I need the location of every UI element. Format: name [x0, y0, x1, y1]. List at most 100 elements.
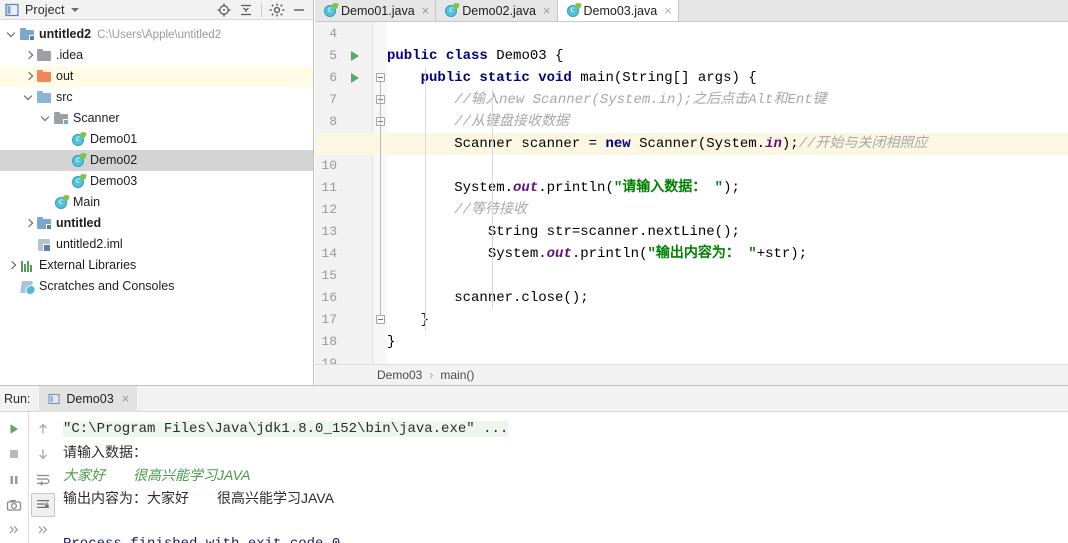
tree-item-label: Scratches and Consoles: [39, 279, 175, 293]
java-class-icon: [53, 193, 70, 211]
line-number: 6: [329, 70, 337, 85]
console-line: 输出内容为：大家好 很高兴能学习JAVA: [63, 487, 1068, 510]
chevron-down-icon[interactable]: [23, 92, 34, 103]
fold-marker[interactable]: [376, 315, 385, 324]
line-number: 5: [329, 48, 337, 63]
code-line[interactable]: //输入new Scanner(System.in);之后点击Alt和Ent键: [387, 89, 826, 111]
code-token: String str=scanner.nextLine();: [487, 224, 740, 240]
rerun-icon[interactable]: [2, 417, 26, 440]
tree-item-untitled2-iml[interactable]: untitled2.iml: [0, 234, 313, 255]
soft-wrap-icon[interactable]: [31, 468, 55, 491]
java-class-icon: [70, 130, 87, 148]
chevron-down-icon[interactable]: [70, 7, 79, 12]
code-line[interactable]: }: [387, 309, 429, 331]
code-line[interactable]: public static void main(String[] args) {: [387, 67, 757, 89]
project-tree[interactable]: untitled2 C:\Users\Apple\untitled2 .idea ou…: [0, 20, 313, 297]
code-token: +str);: [756, 246, 808, 262]
code-token: //开始与关闭相照应: [798, 136, 928, 152]
run-toolbar-left-column: [0, 412, 28, 543]
tree-item-demo02[interactable]: Demo02: [0, 150, 313, 171]
tree-item-untitled2[interactable]: untitled2 C:\Users\Apple\untitled2: [0, 24, 313, 45]
chevron-right-icon[interactable]: [23, 50, 34, 61]
code-editor[interactable]: 45678910111213141516171819 public class …: [315, 22, 1068, 364]
breadcrumb-class[interactable]: Demo03: [377, 368, 422, 382]
code-token: in: [765, 136, 782, 152]
java-class-icon: [323, 1, 339, 18]
line-number: 7: [329, 92, 337, 107]
close-icon[interactable]: ×: [664, 4, 672, 17]
collapse-all-icon[interactable]: [236, 1, 256, 19]
code-line[interactable]: //从键盘接收数据: [387, 111, 569, 133]
fold-region-line: [380, 82, 381, 316]
more-icon[interactable]: [2, 519, 26, 542]
tree-item-untitled[interactable]: untitled: [0, 213, 313, 234]
editor-tab-demo02[interactable]: Demo02.java ×: [436, 0, 558, 21]
code-token: //从键盘接收数据: [454, 114, 570, 130]
editor-tab-demo03[interactable]: Demo03.java ×: [557, 0, 679, 21]
console-line: Process finished with exit code 0: [63, 533, 1068, 543]
tree-item-src[interactable]: src: [0, 87, 313, 108]
line-number: 15: [321, 268, 337, 283]
arrow-up-icon[interactable]: [31, 417, 55, 440]
run-configuration-tab[interactable]: Demo03 ×: [39, 385, 138, 412]
run-gutter-icon[interactable]: [351, 73, 359, 83]
code-line[interactable]: Scanner scanner = new Scanner(System.in)…: [387, 133, 928, 155]
code-token: Scanner(System.: [639, 136, 766, 152]
chevron-right-icon[interactable]: [23, 218, 34, 229]
code-line[interactable]: }: [387, 331, 395, 353]
code-line[interactable]: System.out.println("输出内容为： "+str);: [387, 243, 807, 265]
tree-item-main[interactable]: Main: [0, 192, 313, 213]
module-icon: [19, 27, 35, 43]
hide-icon[interactable]: [289, 1, 309, 19]
java-class-icon: [70, 172, 87, 190]
folder-blue-icon: [36, 90, 52, 106]
breadcrumb-method[interactable]: main(): [440, 368, 474, 382]
code-text[interactable]: public class Demo03 { public static void…: [315, 22, 1068, 364]
close-icon[interactable]: ×: [122, 392, 130, 405]
code-token: );: [723, 180, 740, 196]
code-line[interactable]: System.out.println("请输入数据： ");: [387, 177, 740, 199]
code-line[interactable]: public class Demo03 {: [387, 45, 563, 67]
chevron-right-icon[interactable]: [23, 71, 34, 82]
run-label: Run:: [4, 391, 31, 406]
locate-icon[interactable]: [214, 1, 234, 19]
code-line[interactable]: //等待接收: [387, 199, 527, 221]
scroll-to-end-icon[interactable]: [30, 493, 55, 517]
gear-icon[interactable]: [267, 1, 287, 19]
arrow-down-icon[interactable]: [31, 442, 55, 465]
chevron-down-icon[interactable]: [40, 113, 51, 124]
editor-gutter[interactable]: 45678910111213141516171819: [315, 22, 373, 364]
project-tool-window: Project untitled2 C:\Users\Apple\untitle…: [0, 0, 314, 385]
more-icon[interactable]: [31, 519, 55, 542]
tree-item-scanner[interactable]: Scanner: [0, 108, 313, 129]
close-icon[interactable]: ×: [422, 4, 430, 17]
code-token: "请输入数据： ": [613, 180, 724, 196]
tree-item-out[interactable]: out: [0, 66, 313, 87]
package-icon: [53, 111, 69, 127]
close-icon[interactable]: ×: [543, 4, 551, 17]
code-line[interactable]: scanner.close();: [387, 287, 588, 309]
code-line[interactable]: String str=scanner.nextLine();: [387, 221, 740, 243]
editor-tab-demo01[interactable]: Demo01.java ×: [315, 0, 437, 21]
tree-item-scratches-and-consoles[interactable]: Scratches and Consoles: [0, 276, 313, 297]
tree-item-demo01[interactable]: Demo01: [0, 129, 313, 150]
breadcrumb[interactable]: Demo03 › main(): [315, 364, 1068, 385]
tree-item-demo03[interactable]: Demo03: [0, 171, 313, 192]
code-token: .println(: [538, 180, 614, 196]
editor-tab-label: Demo02.java: [462, 3, 536, 18]
tree-item-external-libraries[interactable]: External Libraries: [0, 255, 313, 276]
run-gutter-icon[interactable]: [351, 51, 359, 61]
code-token: class: [445, 48, 497, 64]
stop-icon[interactable]: [2, 442, 26, 465]
fold-marker[interactable]: [376, 73, 385, 82]
chevron-right-icon[interactable]: [6, 260, 17, 271]
console-output[interactable]: "C:\Program Files\Java\jdk1.8.0_152\bin\…: [56, 412, 1068, 543]
camera-icon[interactable]: [2, 493, 26, 516]
tree-item-idea[interactable]: .idea: [0, 45, 313, 66]
chevron-down-icon[interactable]: [6, 29, 17, 40]
pause-icon[interactable]: [2, 468, 26, 491]
line-number: 10: [321, 158, 337, 173]
